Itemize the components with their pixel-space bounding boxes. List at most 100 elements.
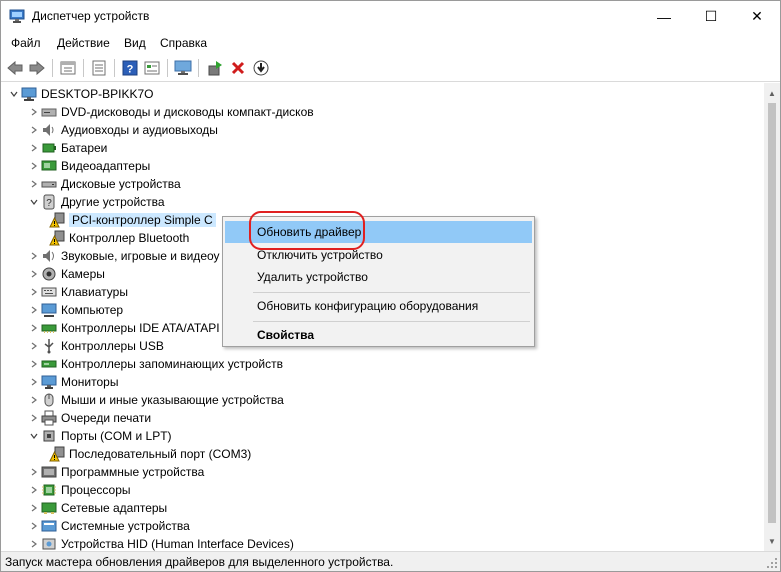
tree-category[interactable]: Очереди печати (27, 409, 151, 427)
chevron-right-icon[interactable] (27, 463, 41, 481)
menu-file[interactable]: Файл (11, 36, 41, 50)
tree-item-label: Контроллер Bluetooth (69, 231, 190, 245)
device-manager-app-icon (9, 9, 25, 24)
back-icon[interactable] (5, 58, 25, 78)
chevron-right-icon[interactable] (27, 319, 41, 337)
chevron-right-icon[interactable] (27, 103, 41, 121)
download-icon[interactable] (251, 58, 271, 78)
battery-icon (41, 140, 57, 156)
scroll-down-icon[interactable]: ▼ (764, 533, 780, 549)
tree-category[interactable]: Видеоадаптеры (27, 157, 150, 175)
minimize-button[interactable]: — (641, 1, 687, 32)
chevron-right-icon[interactable] (27, 265, 41, 283)
uninstall-icon[interactable] (228, 58, 248, 78)
chevron-right-icon[interactable] (27, 247, 41, 265)
list-icon[interactable] (89, 58, 109, 78)
tree-category[interactable]: Устройства HID (Human Interface Devices) (27, 535, 294, 551)
chevron-right-icon[interactable] (27, 481, 41, 499)
warning-device-icon (49, 446, 65, 462)
camera-icon (41, 266, 57, 282)
tree-category[interactable]: Контроллеры запоминающих устройств (27, 355, 283, 373)
forward-icon[interactable] (27, 58, 47, 78)
chevron-down-icon[interactable] (27, 193, 41, 211)
port-icon (41, 428, 57, 444)
computer-icon (21, 86, 37, 102)
close-button[interactable]: ✕ (734, 1, 780, 32)
tree-category[interactable]: Контроллеры USB (27, 337, 164, 355)
tree-category[interactable]: DVD-дисководы и дисководы компакт-дисков (27, 103, 314, 121)
tree-category[interactable]: Мониторы (27, 373, 118, 391)
menu-action[interactable]: Действие (57, 36, 110, 50)
tree-item-label: Звуковые, игровые и видеоу (61, 249, 220, 263)
menu-scan-hardware[interactable]: Обновить конфигурацию оборудования (225, 295, 532, 317)
tree-category[interactable]: ? Другие устройства (27, 193, 165, 211)
tree-category[interactable]: Батареи (27, 139, 107, 157)
tree-category[interactable]: Порты (COM и LPT) (27, 427, 172, 445)
chevron-right-icon[interactable] (27, 121, 41, 139)
tree-root[interactable]: DESKTOP-BPIKK7O (7, 85, 153, 103)
tree-category[interactable]: Дисковые устройства (27, 175, 181, 193)
mouse-icon (41, 392, 57, 408)
tree-category[interactable]: Сетевые адаптеры (27, 499, 167, 517)
chevron-right-icon[interactable] (27, 337, 41, 355)
chevron-right-icon[interactable] (27, 175, 41, 193)
dvd-icon (41, 104, 57, 120)
menu-separator (253, 321, 530, 322)
chevron-right-icon[interactable] (27, 535, 41, 551)
tree-device[interactable]: Контроллер Bluetooth (45, 229, 189, 247)
scroll-thumb[interactable] (768, 103, 776, 523)
tree-item-label: Контроллеры IDE ATA/ATAPI (61, 321, 220, 335)
menu-properties[interactable]: Свойства (225, 324, 532, 346)
monitor-icon[interactable] (173, 58, 193, 78)
tree-category[interactable]: Аудиовходы и аудиовыходы (27, 121, 218, 139)
tree-item-label: Системные устройства (61, 519, 190, 533)
help-icon[interactable]: ? (120, 58, 140, 78)
update-driver-icon[interactable] (205, 58, 225, 78)
menu-bar: Файл Действие Вид Справка (1, 32, 780, 54)
tree-item-label: Последовательный порт (COM3) (69, 447, 252, 461)
tree-category[interactable]: Компьютер (27, 301, 123, 319)
tree-device[interactable]: PCI-контроллер Simple C (45, 211, 216, 229)
tree-device[interactable]: Последовательный порт (COM3) (45, 445, 251, 463)
sound-icon (41, 248, 57, 264)
root-computer-name: DESKTOP-BPIKK7O (41, 87, 154, 101)
details-icon[interactable] (142, 58, 162, 78)
chevron-right-icon[interactable] (27, 391, 41, 409)
tree-item-label: Контроллеры запоминающих устройств (61, 357, 283, 371)
resize-grip-icon[interactable] (766, 557, 778, 569)
tree-item-label: Видеоадаптеры (61, 159, 151, 173)
status-text: Запуск мастера обновления драйверов для … (5, 555, 394, 569)
menu-uninstall-device[interactable]: Удалить устройство (225, 266, 532, 288)
chevron-right-icon[interactable] (27, 409, 41, 427)
cpu-icon (41, 482, 57, 498)
tree-category[interactable]: Системные устройства (27, 517, 190, 535)
chevron-down-icon[interactable] (27, 427, 41, 445)
chevron-right-icon[interactable] (27, 355, 41, 373)
storage-icon (41, 356, 57, 372)
tree-category[interactable]: Контроллеры IDE ATA/ATAPI (27, 319, 220, 337)
menu-separator (253, 292, 530, 293)
chevron-down-icon[interactable] (7, 85, 21, 103)
chevron-right-icon[interactable] (27, 301, 41, 319)
chevron-right-icon[interactable] (27, 157, 41, 175)
chevron-right-icon[interactable] (27, 499, 41, 517)
tree-category[interactable]: Мыши и иные указывающие устройства (27, 391, 284, 409)
warning-device-icon (49, 230, 65, 246)
properties-icon[interactable] (58, 58, 78, 78)
chevron-right-icon[interactable] (27, 139, 41, 157)
menu-view[interactable]: Вид (124, 36, 146, 50)
tree-category[interactable]: Камеры (27, 265, 105, 283)
tree-category[interactable]: Программные устройства (27, 463, 204, 481)
chevron-right-icon[interactable] (27, 517, 41, 535)
maximize-button[interactable]: ☐ (688, 1, 734, 32)
tree-category[interactable]: Клавиатуры (27, 283, 128, 301)
svg-text:?: ? (46, 198, 52, 209)
menu-help[interactable]: Справка (160, 36, 207, 50)
tree-scrollbar[interactable]: ▲ ▼ (764, 83, 780, 551)
tree-item-label: Программные устройства (61, 465, 205, 479)
tree-category[interactable]: Звуковые, игровые и видеоу (27, 247, 220, 265)
scroll-up-icon[interactable]: ▲ (764, 85, 780, 101)
chevron-right-icon[interactable] (27, 373, 41, 391)
chevron-right-icon[interactable] (27, 283, 41, 301)
tree-category[interactable]: Процессоры (27, 481, 131, 499)
